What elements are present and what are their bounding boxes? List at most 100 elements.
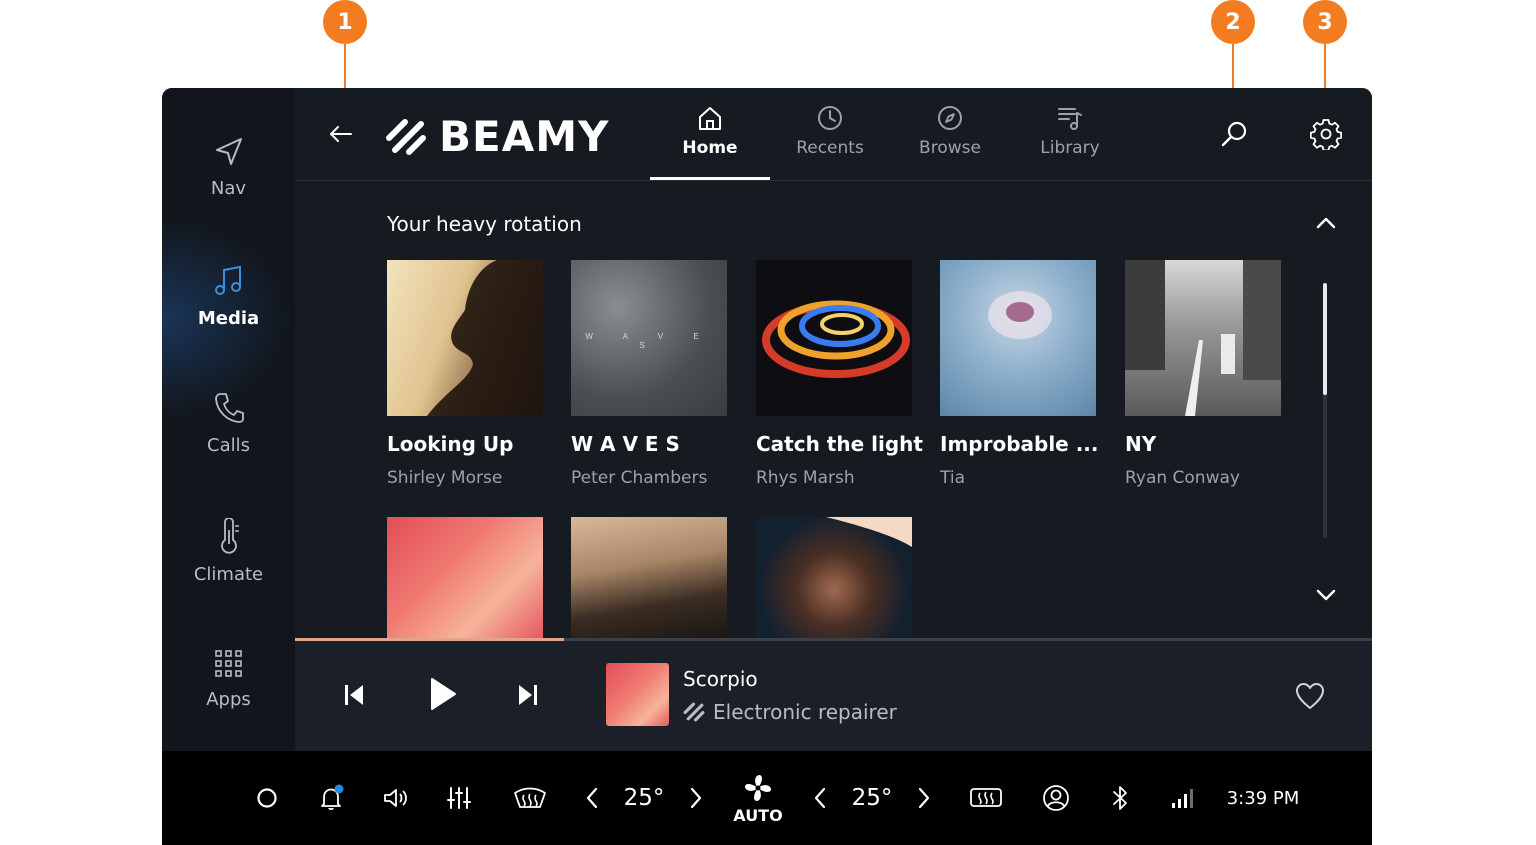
temp-right-increase[interactable]: [912, 751, 936, 845]
sidebar-item-label: Nav: [210, 177, 247, 199]
sidebar-item-calls[interactable]: Calls: [162, 368, 295, 478]
album-artist: Tia: [940, 468, 966, 488]
home-icon: [699, 107, 721, 130]
album-title: W A V E S: [571, 432, 680, 456]
album-art: [571, 517, 727, 638]
tab-browse[interactable]: Browse: [890, 100, 1010, 180]
now-playing-bar: Scorpio Electronic repairer: [295, 638, 1372, 751]
scroll-up-button[interactable]: [1313, 210, 1339, 236]
album-card[interactable]: [571, 517, 727, 638]
progress-bar[interactable]: [295, 638, 1372, 641]
sidebar-item-label: Media: [197, 307, 260, 329]
album-title: Catch the light: [756, 432, 923, 456]
beamy-source-icon: [683, 702, 705, 722]
bluetooth-icon: [1113, 786, 1127, 810]
sidebar-item-media[interactable]: Media: [162, 241, 295, 351]
album-artist: Shirley Morse: [387, 468, 503, 488]
sidebar-item-label: Climate: [193, 563, 264, 585]
scrollbar-thumb[interactable]: [1323, 283, 1327, 395]
scrollbar[interactable]: [1323, 283, 1327, 538]
search-button[interactable]: [1216, 116, 1252, 152]
compass-icon: [938, 106, 962, 130]
back-arrow-icon: [330, 126, 352, 142]
album-card[interactable]: NY Ryan Conway: [1125, 260, 1281, 488]
play-icon: [431, 678, 456, 710]
clock-time: 3:39 PM: [1226, 787, 1300, 809]
tab-library[interactable]: Library: [1010, 100, 1130, 180]
top-bar: BEAMY Home Recents Browse Library: [295, 88, 1372, 181]
album-card[interactable]: [756, 517, 912, 638]
tab-label: Home: [682, 138, 738, 158]
album-art: [1125, 260, 1281, 416]
rear-defrost-button[interactable]: [966, 751, 1006, 845]
album-title: Improbable ...: [940, 432, 1099, 456]
notifications-button[interactable]: [316, 751, 348, 845]
chevron-left-icon: [586, 787, 598, 809]
temp-left: 25°: [623, 785, 665, 811]
beamy-logo-icon: [386, 118, 426, 155]
fan-auto-button[interactable]: AUTO: [726, 751, 790, 845]
sidebar-item-apps[interactable]: Apps: [162, 624, 295, 734]
music-note-icon: [214, 265, 241, 295]
home-circle-button[interactable]: [252, 751, 282, 845]
logo-text: BEAMY: [439, 112, 610, 161]
now-playing-subtitle-row: Electronic repairer: [683, 700, 897, 724]
album-card[interactable]: Looking Up Shirley Morse: [387, 260, 543, 488]
tab-label: Library: [1040, 138, 1100, 158]
album-artist: Rhys Marsh: [756, 468, 855, 488]
tab-home[interactable]: Home: [650, 100, 770, 180]
fan-icon: [745, 774, 771, 801]
sliders-icon: [447, 787, 471, 809]
scroll-down-button[interactable]: [1313, 582, 1339, 608]
phone-icon: [214, 392, 244, 423]
temp-left-decrease[interactable]: [580, 751, 604, 845]
album-art: [387, 517, 543, 638]
chevron-right-icon: [918, 787, 930, 809]
profile-button[interactable]: [1040, 751, 1072, 845]
sidebar-item-nav[interactable]: Nav: [162, 112, 295, 222]
album-art: [387, 260, 543, 416]
bluetooth-button[interactable]: [1106, 751, 1134, 845]
section-title: Your heavy rotation: [387, 212, 582, 236]
equalizer-button[interactable]: [444, 751, 474, 845]
album-art: [756, 517, 912, 638]
fan-mode-label: AUTO: [733, 805, 783, 825]
library-icon: [1058, 108, 1082, 130]
album-card[interactable]: Improbable ... Tia: [940, 260, 1099, 488]
chevron-down-icon: [1316, 589, 1336, 601]
volume-icon: [384, 789, 407, 807]
album-artist: Peter Chambers: [571, 468, 708, 488]
temp-right: 25°: [851, 785, 893, 811]
sidebar-item-climate[interactable]: Climate: [162, 496, 295, 606]
chevron-up-icon: [1316, 217, 1336, 229]
tab-recents[interactable]: Recents: [770, 100, 890, 180]
next-button[interactable]: [513, 680, 543, 710]
play-button[interactable]: [425, 676, 461, 712]
skip-next-icon: [519, 685, 537, 705]
volume-button[interactable]: [380, 751, 414, 845]
user-profile-icon: [1043, 785, 1069, 811]
settings-button[interactable]: [1308, 116, 1344, 152]
album-card[interactable]: W A V E S W A V E S Peter Chambers: [571, 260, 727, 488]
windshield-defrost-icon: [514, 787, 546, 808]
apps-grid-icon: [214, 649, 242, 677]
favorite-button[interactable]: [1295, 682, 1325, 715]
navigation-arrow-icon: [215, 137, 242, 165]
temp-right-decrease[interactable]: [808, 751, 832, 845]
search-icon: [1221, 121, 1247, 147]
progress-fill: [295, 638, 565, 641]
album-card[interactable]: [387, 517, 543, 638]
circle-icon: [257, 788, 277, 808]
album-artist: Ryan Conway: [1125, 468, 1240, 488]
thermometer-icon: [220, 517, 239, 554]
signal-bars-icon: [1172, 789, 1193, 808]
album-card[interactable]: Catch the light Rhys Marsh: [756, 260, 923, 488]
album-title: Looking Up: [387, 432, 514, 456]
temp-left-increase[interactable]: [684, 751, 708, 845]
signal-strength: [1168, 751, 1198, 845]
previous-button[interactable]: [339, 680, 369, 710]
sidebar: Nav Media Calls Climate Apps: [162, 88, 302, 751]
back-button[interactable]: [325, 118, 357, 150]
callout-2: 2: [1211, 0, 1255, 44]
front-defrost-button[interactable]: [510, 751, 550, 845]
